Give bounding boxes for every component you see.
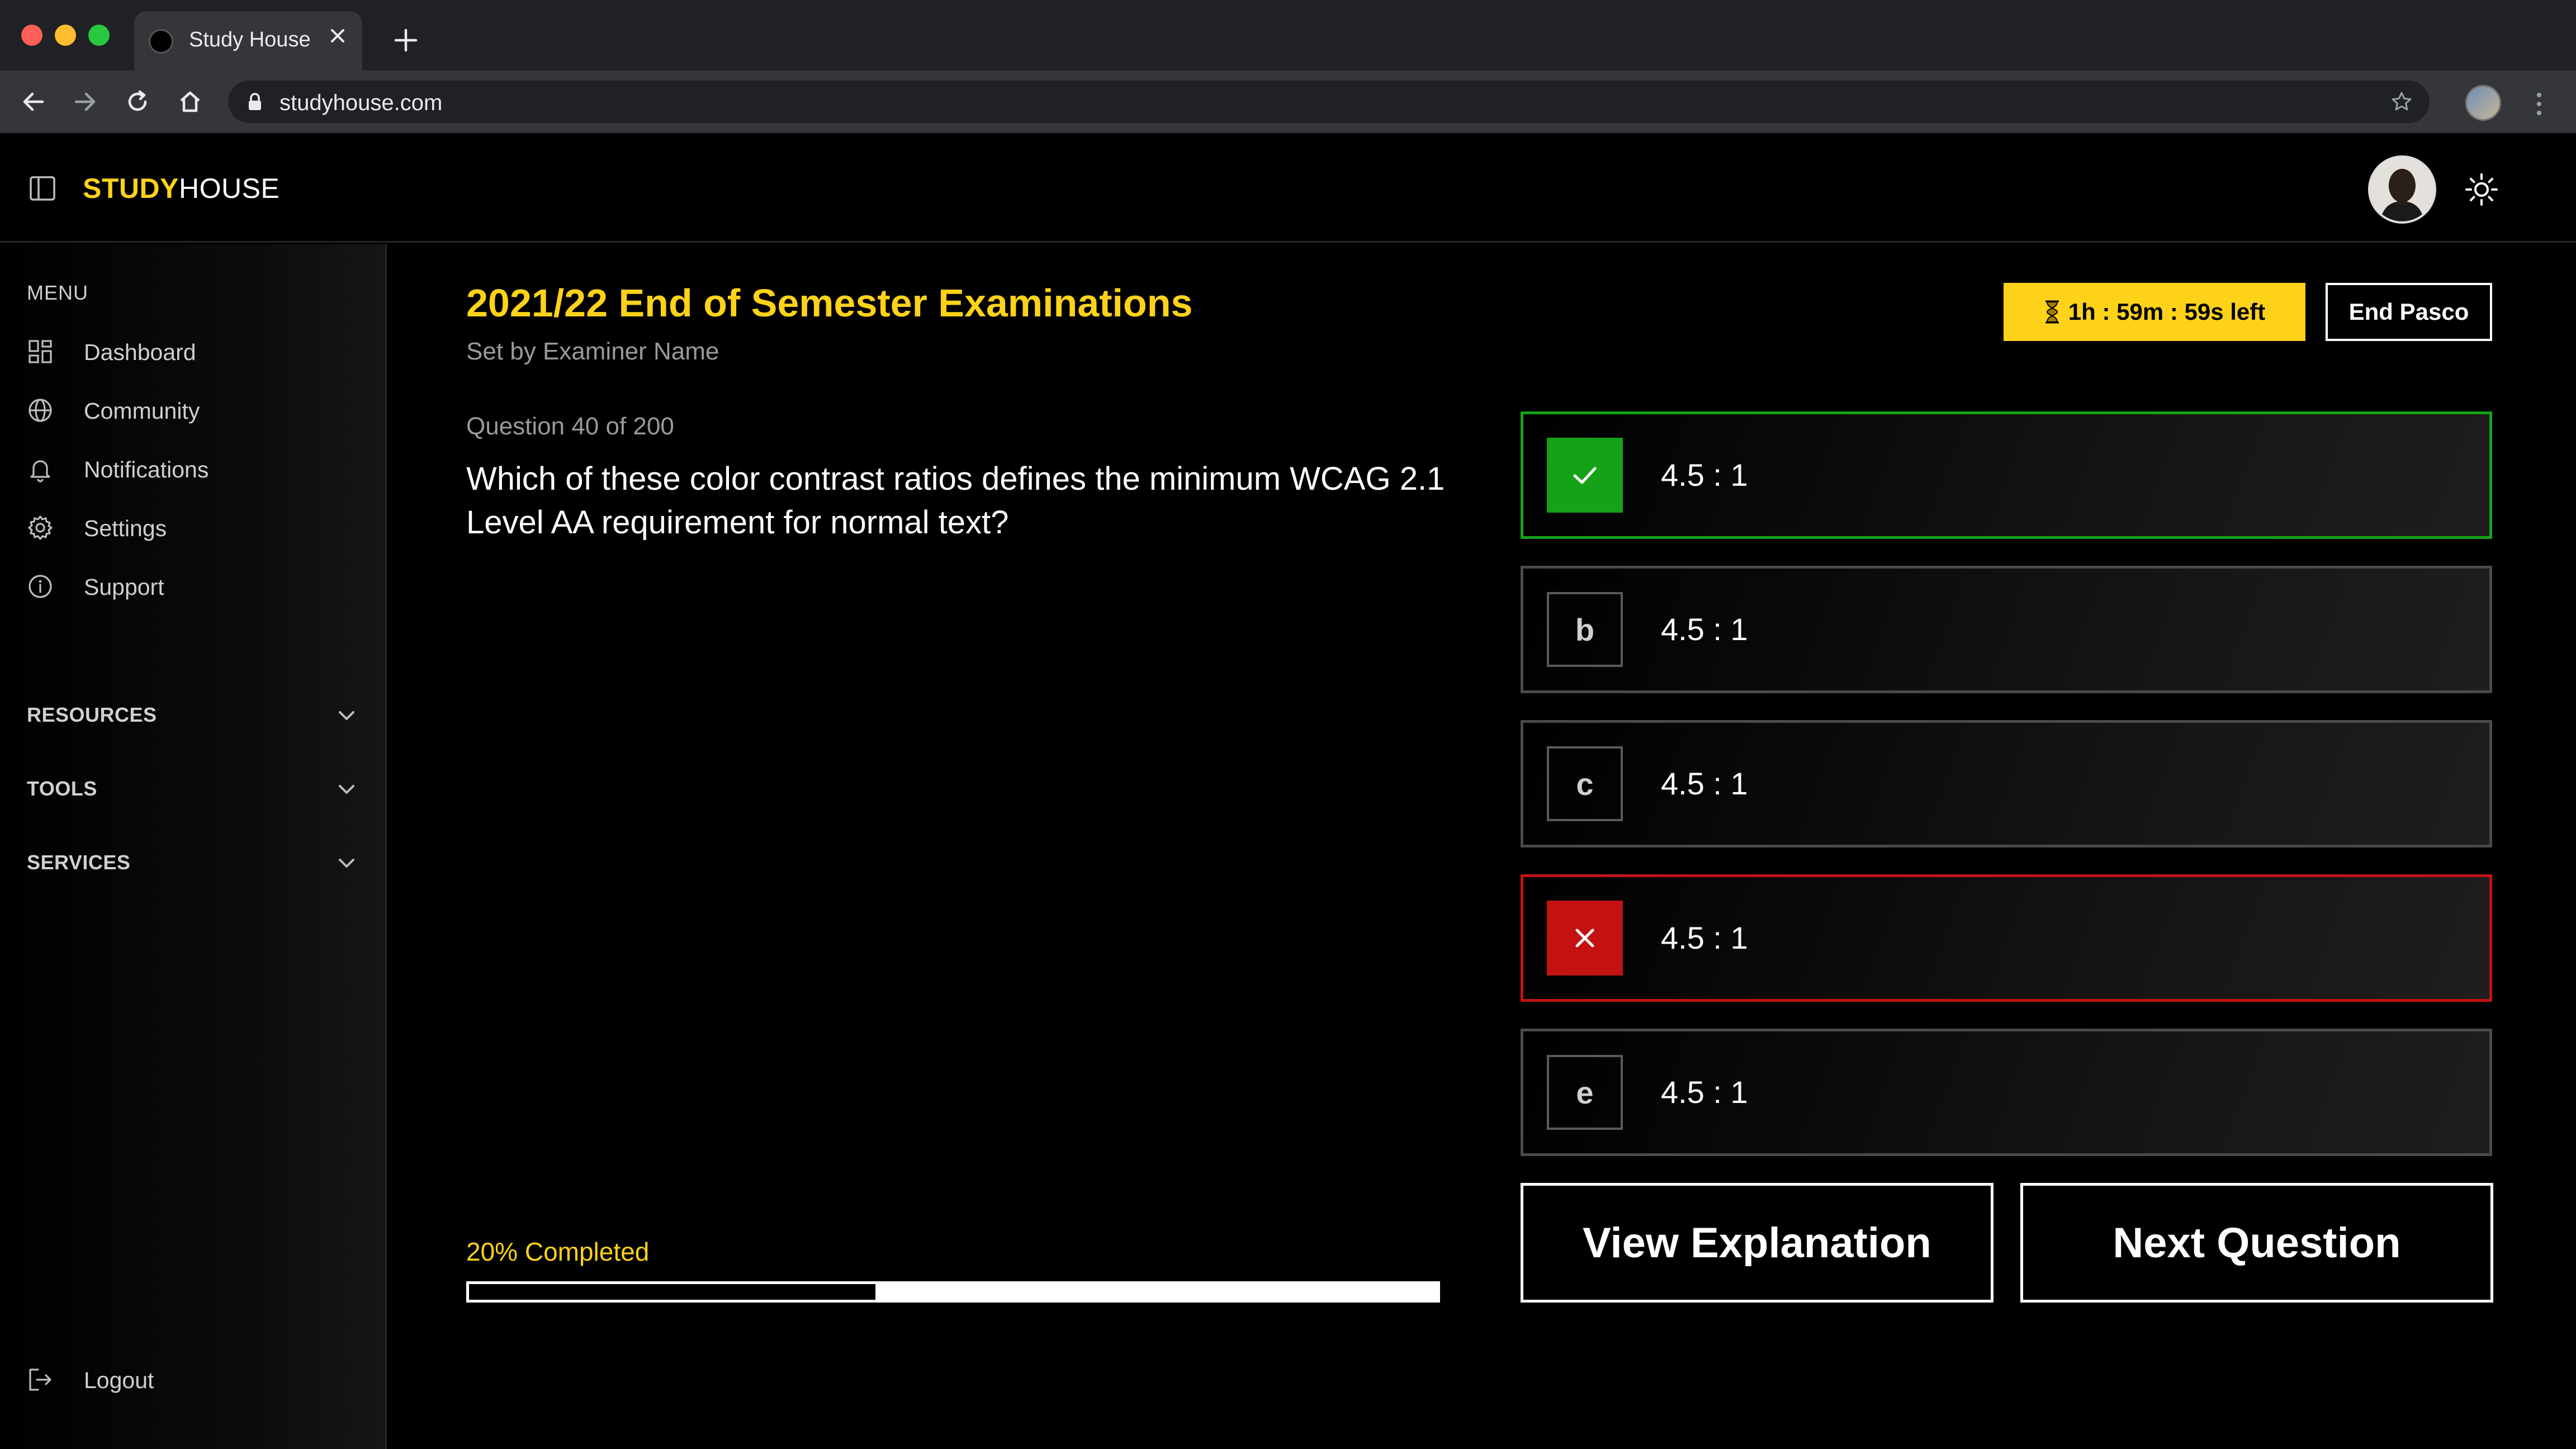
new-tab-icon[interactable] [391,26,420,55]
option-letter: c [1547,746,1623,821]
user-avatar[interactable] [2368,155,2436,224]
answer-option-d[interactable]: 4.5 : 1 [1521,874,2492,1002]
sidebar-toggle-icon[interactable] [29,176,56,201]
progress-fill [469,1284,876,1300]
section-services[interactable]: SERVICES [27,844,360,880]
progress-label: 20% Completed [466,1237,650,1266]
option-text: 4.5 : 1 [1661,766,1748,801]
view-explanation-button[interactable]: View Explanation [1521,1183,1993,1303]
option-text: 4.5 : 1 [1661,920,1748,955]
answer-option-c[interactable]: c 4.5 : 1 [1521,720,2492,847]
lock-icon [249,93,261,110]
progress-bar [466,1281,1440,1303]
answer-option-a[interactable]: 4.5 : 1 [1521,411,2492,539]
forward-icon[interactable] [69,86,101,117]
logo[interactable]: STUDYHOUSE [83,172,280,205]
chevron-down-icon [339,711,354,720]
option-text: 4.5 : 1 [1661,612,1748,647]
timer-text: 1h : 59m : 59s left [2068,299,2266,325]
gear-icon [28,515,53,540]
bell-icon [30,460,50,482]
chevron-down-icon [339,859,354,868]
section-label: TOOLS [27,777,97,800]
back-icon[interactable] [18,86,49,117]
url-text: studyhouse.com [280,91,443,115]
sidebar-item-dashboard[interactable]: Dashboard [27,330,362,370]
browser-toolbar: studyhouse.com [0,70,2576,133]
question-counter: Question 40 of 200 [466,413,674,440]
user-photo [2370,158,2434,221]
answer-option-e[interactable]: e 4.5 : 1 [1521,1029,2492,1156]
logout-icon [29,1368,51,1391]
sun-icon[interactable] [2464,172,2499,207]
tab-title: Study House [189,28,311,51]
page-title: 2021/22 End of Semester Examinations [466,281,1193,325]
logout-button[interactable]: Logout [27,1358,362,1398]
logo-primary: STUDY [83,173,179,204]
sidebar-item-support[interactable]: Support [27,565,362,604]
logo-secondary: HOUSE [178,173,280,204]
sidebar-item-label: Dashboard [84,339,196,365]
end-pasco-button[interactable]: End Pasco [2326,283,2492,341]
option-letter: b [1547,592,1623,667]
browser-chrome: Study House studyhouse.com [0,0,2576,133]
reload-icon[interactable] [122,86,153,117]
globe-icon [29,399,52,422]
chevron-down-icon [339,785,354,794]
option-text: 4.5 : 1 [1661,1074,1748,1110]
browser-tab[interactable]: Study House [134,11,362,70]
next-question-button[interactable]: Next Question [2020,1183,2493,1303]
app: STUDYHOUSE MENU Dashboard Community Noti… [0,133,2576,1449]
x-icon [1575,929,1594,948]
section-label: RESOURCES [27,703,157,726]
sidebar-item-notifications[interactable]: Notifications [27,448,362,487]
option-badge [1547,438,1623,513]
maximize-window-button[interactable] [88,25,110,46]
bookmark-star-icon[interactable] [2389,89,2414,114]
address-bar[interactable]: studyhouse.com [228,80,2430,123]
check-icon [1573,467,1597,484]
sidebar-item-label: Notifications [84,457,209,482]
question-text: Which of these color contrast ratios def… [466,461,1445,541]
option-letter: e [1547,1055,1623,1130]
section-tools[interactable]: TOOLS [27,770,360,806]
logout-label: Logout [84,1367,154,1393]
info-icon [29,575,52,598]
sidebar-item-label: Support [84,574,164,600]
dashboard-icon [29,340,52,363]
close-icon[interactable] [323,21,352,50]
section-resources[interactable]: RESOURCES [27,697,360,732]
answer-option-b[interactable]: b 4.5 : 1 [1521,566,2492,693]
favicon-icon [149,29,173,54]
tab-strip: Study House [0,0,2576,70]
sidebar: MENU Dashboard Community Notifications S… [0,244,387,1449]
option-badge [1547,901,1623,976]
sidebar-item-label: Community [84,398,200,424]
sidebar-item-label: Settings [84,515,167,541]
top-bar: STUDYHOUSE [0,133,2576,243]
section-label: SERVICES [27,851,131,874]
home-icon[interactable] [174,86,206,117]
browser-profile-avatar[interactable] [2465,85,2501,121]
more-menu-icon[interactable] [2532,88,2546,120]
page-subtitle: Set by Examiner Name [466,338,719,365]
countdown-timer: 1h : 59m : 59s left [2004,283,2305,341]
close-window-button[interactable] [21,25,42,46]
sidebar-item-community[interactable]: Community [27,389,362,428]
minimize-window-button[interactable] [55,25,76,46]
option-text: 4.5 : 1 [1661,457,1748,493]
hourglass-icon [2045,300,2059,324]
menu-heading: MENU [27,281,88,304]
sidebar-item-settings[interactable]: Settings [27,506,362,546]
